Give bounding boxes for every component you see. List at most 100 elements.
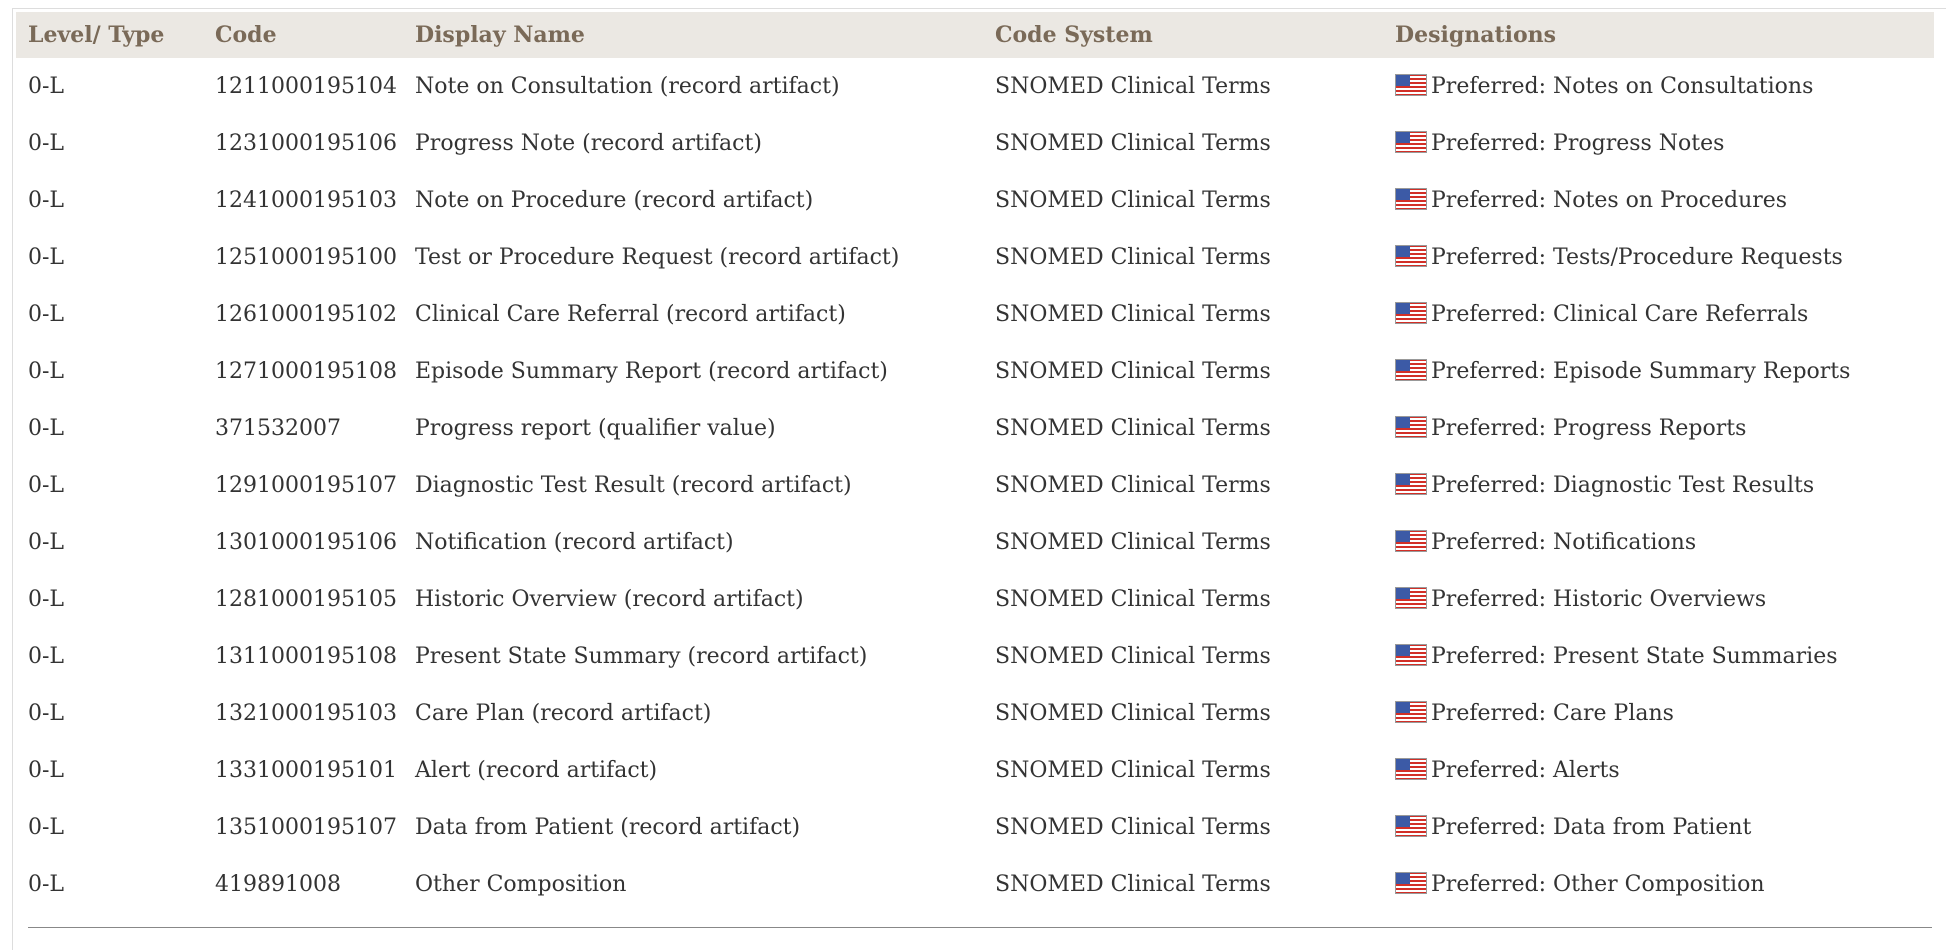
code-system-cell: SNOMED Clinical Terms: [995, 473, 1271, 498]
designation-text: Preferred: Progress Notes: [1431, 131, 1725, 156]
code-cell: 1351000195107: [215, 815, 397, 840]
designation-text: Preferred: Notifications: [1431, 530, 1697, 555]
designation-text: Preferred: Data from Patient: [1431, 815, 1752, 840]
designation-text: Preferred: Tests/Procedure Requests: [1431, 245, 1843, 270]
table-row: 0-L 1351000195107 Data from Patient (recor…: [16, 799, 1934, 856]
display-name-cell: Alert (record artifact): [415, 758, 658, 783]
us-flag-icon: [1395, 416, 1427, 438]
display-name-cell: Test or Procedure Request (record artifa…: [415, 245, 900, 270]
table-row: 0-L 1241000195103 Note on Procedure (recor…: [16, 172, 1934, 229]
designation-cell: Preferred: Tests/Procedure Requests: [1383, 229, 1934, 286]
designation-text: Preferred: Episode Summary Reports: [1431, 359, 1851, 384]
level-type-cell: 0-L: [28, 872, 65, 897]
level-type-cell: 0-L: [28, 758, 65, 783]
level-type-cell: 0-L: [28, 530, 65, 555]
designation-cell: Preferred: Care Plans: [1383, 685, 1934, 742]
table-row: 0-L 1231000195106 Progress Note (record ar…: [16, 115, 1934, 172]
level-type-cell: 0-L: [28, 701, 65, 726]
designation-cell: Preferred: Progress Reports: [1383, 400, 1934, 457]
us-flag-icon: [1395, 587, 1427, 609]
code-system-cell: SNOMED Clinical Terms: [995, 815, 1271, 840]
designation-cell: Preferred: Data from Patient: [1383, 799, 1934, 856]
designation-cell: Preferred: Episode Summary Reports: [1383, 343, 1934, 400]
display-name-cell: Progress report (qualifier value): [415, 416, 776, 441]
display-name-cell: Clinical Care Referral (record artifact): [415, 302, 846, 327]
level-type-cell: 0-L: [28, 74, 65, 99]
display-name-cell: Present State Summary (record artifact): [415, 644, 868, 669]
level-type-cell: 0-L: [28, 644, 65, 669]
code-cell: 1291000195107: [215, 473, 397, 498]
code-system-cell: SNOMED Clinical Terms: [995, 245, 1271, 270]
code-system-cell: SNOMED Clinical Terms: [995, 701, 1271, 726]
table-header-row: Level/ Type Code Display Name Code Syste…: [16, 12, 1934, 58]
designation-text: Preferred: Progress Reports: [1431, 416, 1747, 441]
code-system-cell: SNOMED Clinical Terms: [995, 188, 1271, 213]
display-name-cell: Note on Procedure (record artifact): [415, 188, 814, 213]
code-cell: 1311000195108: [215, 644, 397, 669]
designation-text: Preferred: Care Plans: [1431, 701, 1674, 726]
column-header-code-system: Code System: [983, 12, 1383, 58]
level-type-cell: 0-L: [28, 587, 65, 612]
column-header-code: Code: [203, 12, 403, 58]
code-cell: 1321000195103: [215, 701, 397, 726]
level-type-cell: 0-L: [28, 245, 65, 270]
display-name-cell: Notification (record artifact): [415, 530, 734, 555]
us-flag-icon: [1395, 74, 1427, 96]
display-name-cell: Episode Summary Report (record artifact): [415, 359, 888, 384]
us-flag-icon: [1395, 701, 1427, 723]
display-name-cell: Note on Consultation (record artifact): [415, 74, 840, 99]
table-row: 0-L 1301000195106 Notification (record art…: [16, 514, 1934, 571]
display-name-cell: Progress Note (record artifact): [415, 131, 762, 156]
level-type-cell: 0-L: [28, 188, 65, 213]
display-name-cell: Diagnostic Test Result (record artifact): [415, 473, 852, 498]
column-header-designations: Designations: [1383, 12, 1934, 58]
code-cell: 1241000195103: [215, 188, 397, 213]
table-row: 0-L 1321000195103 Care Plan (record artifa…: [16, 685, 1934, 742]
column-header-display-name: Display Name: [403, 12, 983, 58]
us-flag-icon: [1395, 245, 1427, 267]
code-system-cell: SNOMED Clinical Terms: [995, 530, 1271, 555]
level-type-cell: 0-L: [28, 359, 65, 384]
designation-cell: Preferred: Notes on Procedures: [1383, 172, 1934, 229]
us-flag-icon: [1395, 473, 1427, 495]
designation-text: Preferred: Diagnostic Test Results: [1431, 473, 1815, 498]
code-cell: 371532007: [215, 416, 341, 441]
designation-text: Preferred: Alerts: [1431, 758, 1620, 783]
level-type-cell: 0-L: [28, 473, 65, 498]
designation-cell: Preferred: Alerts: [1383, 742, 1934, 799]
code-cell: 1251000195100: [215, 245, 397, 270]
us-flag-icon: [1395, 359, 1427, 381]
value-set-expansion-table: Level/ Type Code Display Name Code Syste…: [16, 12, 1934, 913]
table-row: 0-L 1211000195104 Note on Consultation (re…: [16, 58, 1934, 115]
level-type-cell: 0-L: [28, 815, 65, 840]
us-flag-icon: [1395, 758, 1427, 780]
code-cell: 1211000195104: [215, 74, 397, 99]
code-system-cell: SNOMED Clinical Terms: [995, 302, 1271, 327]
code-system-cell: SNOMED Clinical Terms: [995, 758, 1271, 783]
level-type-cell: 0-L: [28, 416, 65, 441]
code-cell: 1261000195102: [215, 302, 397, 327]
designation-text: Preferred: Notes on Procedures: [1431, 188, 1788, 213]
designation-text: Preferred: Notes on Consultations: [1431, 74, 1814, 99]
designation-cell: Preferred: Historic Overviews: [1383, 571, 1934, 628]
designation-cell: Preferred: Clinical Care Referrals: [1383, 286, 1934, 343]
table-row: 0-L 1291000195107 Diagnostic Test Result (…: [16, 457, 1934, 514]
table-row: 0-L 1331000195101 Alert (record artifact) S…: [16, 742, 1934, 799]
us-flag-icon: [1395, 644, 1427, 666]
level-type-cell: 0-L: [28, 131, 65, 156]
table-row: 0-L 1251000195100 Test or Procedure Reques…: [16, 229, 1934, 286]
code-cell: 1331000195101: [215, 758, 397, 783]
divider-line: [28, 927, 1932, 928]
code-cell: 1301000195106: [215, 530, 397, 555]
us-flag-icon: [1395, 815, 1427, 837]
code-cell: 1281000195105: [215, 587, 397, 612]
designation-cell: Preferred: Diagnostic Test Results: [1383, 457, 1934, 514]
code-system-cell: SNOMED Clinical Terms: [995, 131, 1271, 156]
column-header-level-type: Level/ Type: [16, 12, 203, 58]
code-cell: 419891008: [215, 872, 341, 897]
us-flag-icon: [1395, 530, 1427, 552]
code-system-cell: SNOMED Clinical Terms: [995, 644, 1271, 669]
code-system-cell: SNOMED Clinical Terms: [995, 416, 1271, 441]
designation-cell: Preferred: Progress Notes: [1383, 115, 1934, 172]
designation-text: Preferred: Other Composition: [1431, 872, 1765, 897]
